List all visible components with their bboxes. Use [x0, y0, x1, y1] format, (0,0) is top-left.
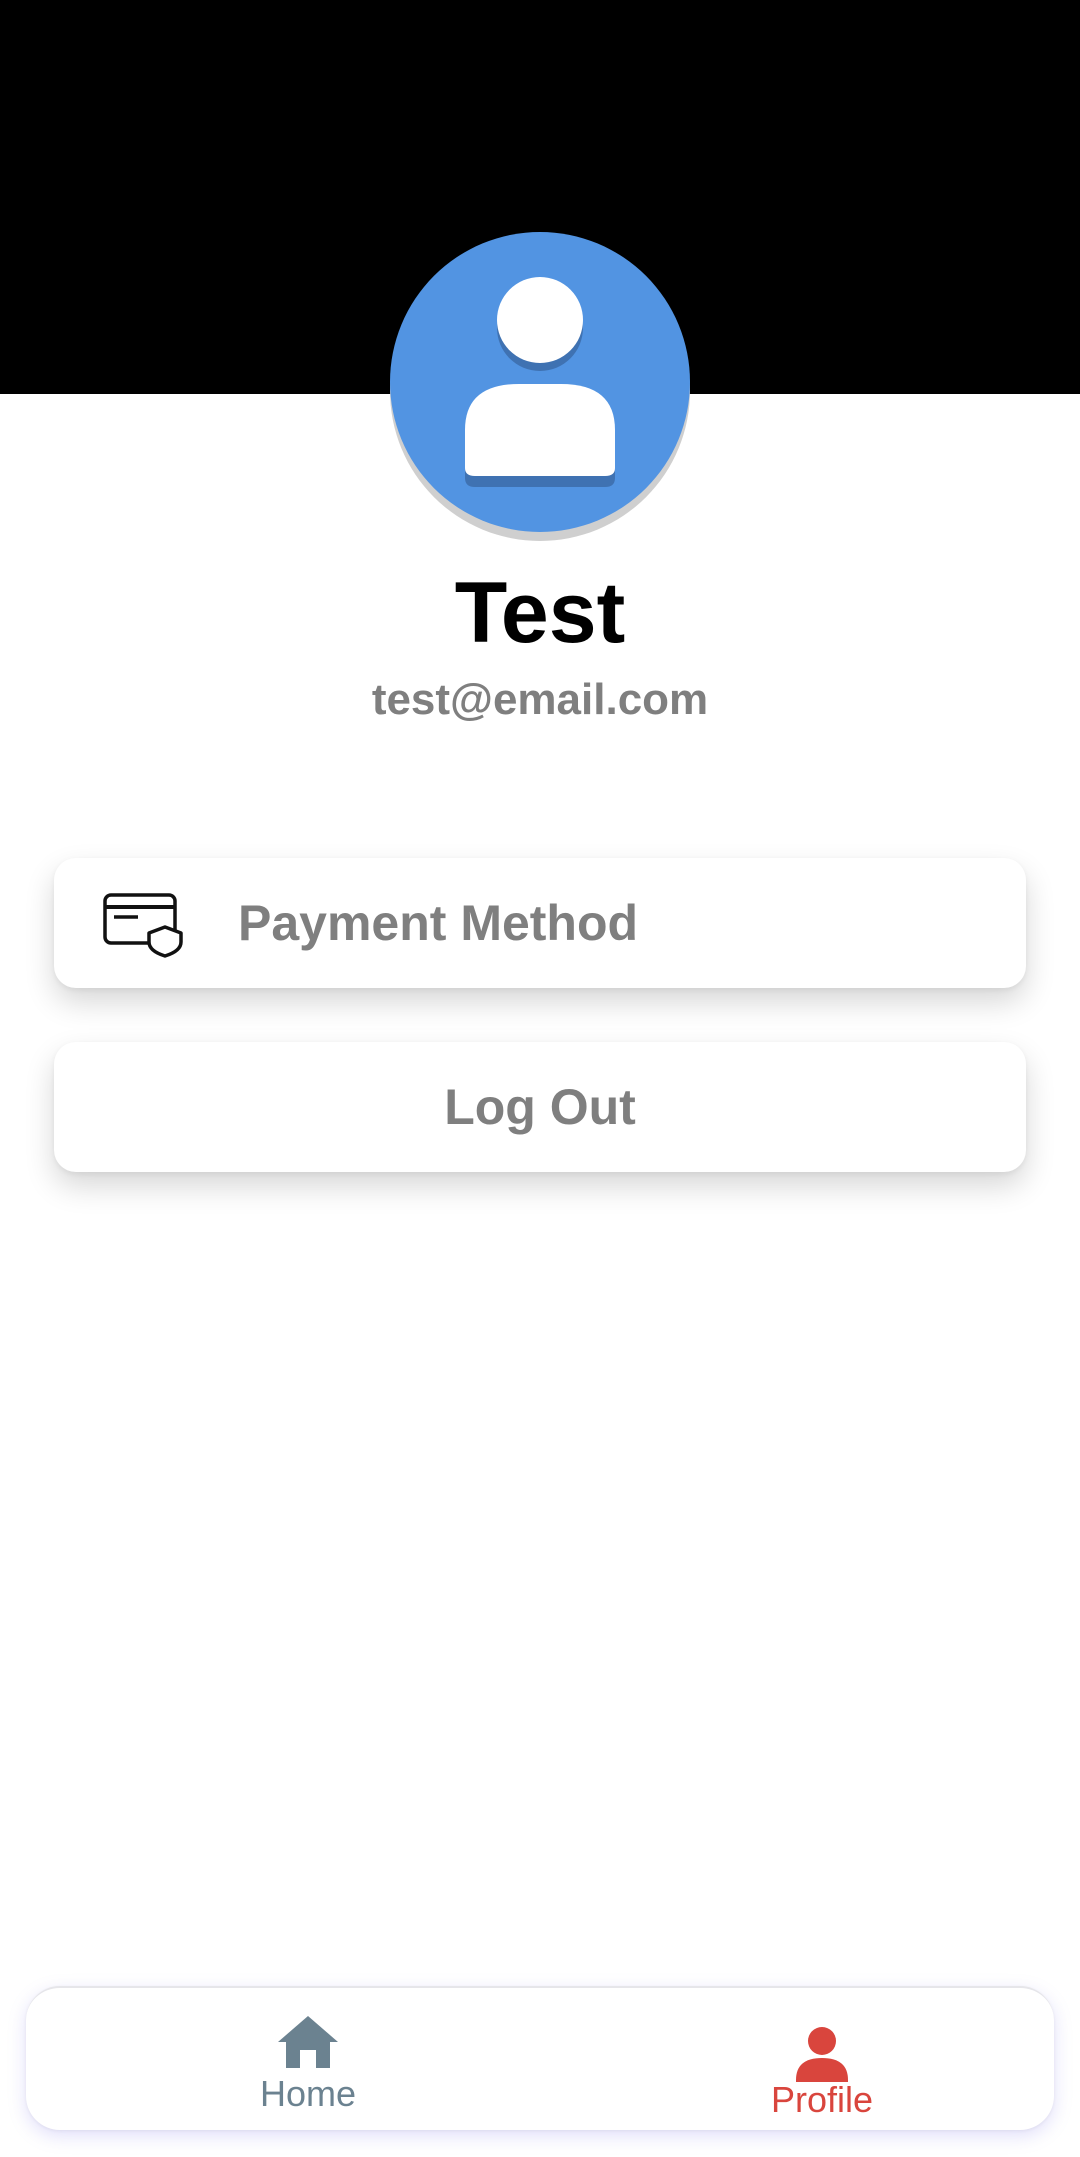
credit-card-shield-icon — [102, 892, 184, 958]
nav-item-profile[interactable]: Profile — [672, 1988, 972, 2132]
payment-method-button[interactable]: Payment Method — [54, 858, 1026, 988]
nav-item-home[interactable]: Home — [158, 1988, 458, 2132]
user-avatar-icon — [390, 232, 690, 541]
user-email: test@email.com — [371, 675, 709, 724]
profile-screen: Test test@email.com Payment Method Log O… — [0, 0, 1080, 2157]
log-out-button[interactable]: Log Out — [54, 1042, 1026, 1172]
home-icon — [276, 2010, 340, 2074]
payment-method-label: Payment Method — [238, 895, 639, 951]
bottom-nav: Home Profile — [26, 1986, 1054, 2130]
user-name: Test — [454, 565, 626, 661]
avatar — [389, 232, 691, 542]
nav-label-home: Home — [259, 2073, 357, 2114]
log-out-label: Log Out — [444, 1079, 636, 1135]
nav-label-profile: Profile — [770, 2079, 874, 2120]
